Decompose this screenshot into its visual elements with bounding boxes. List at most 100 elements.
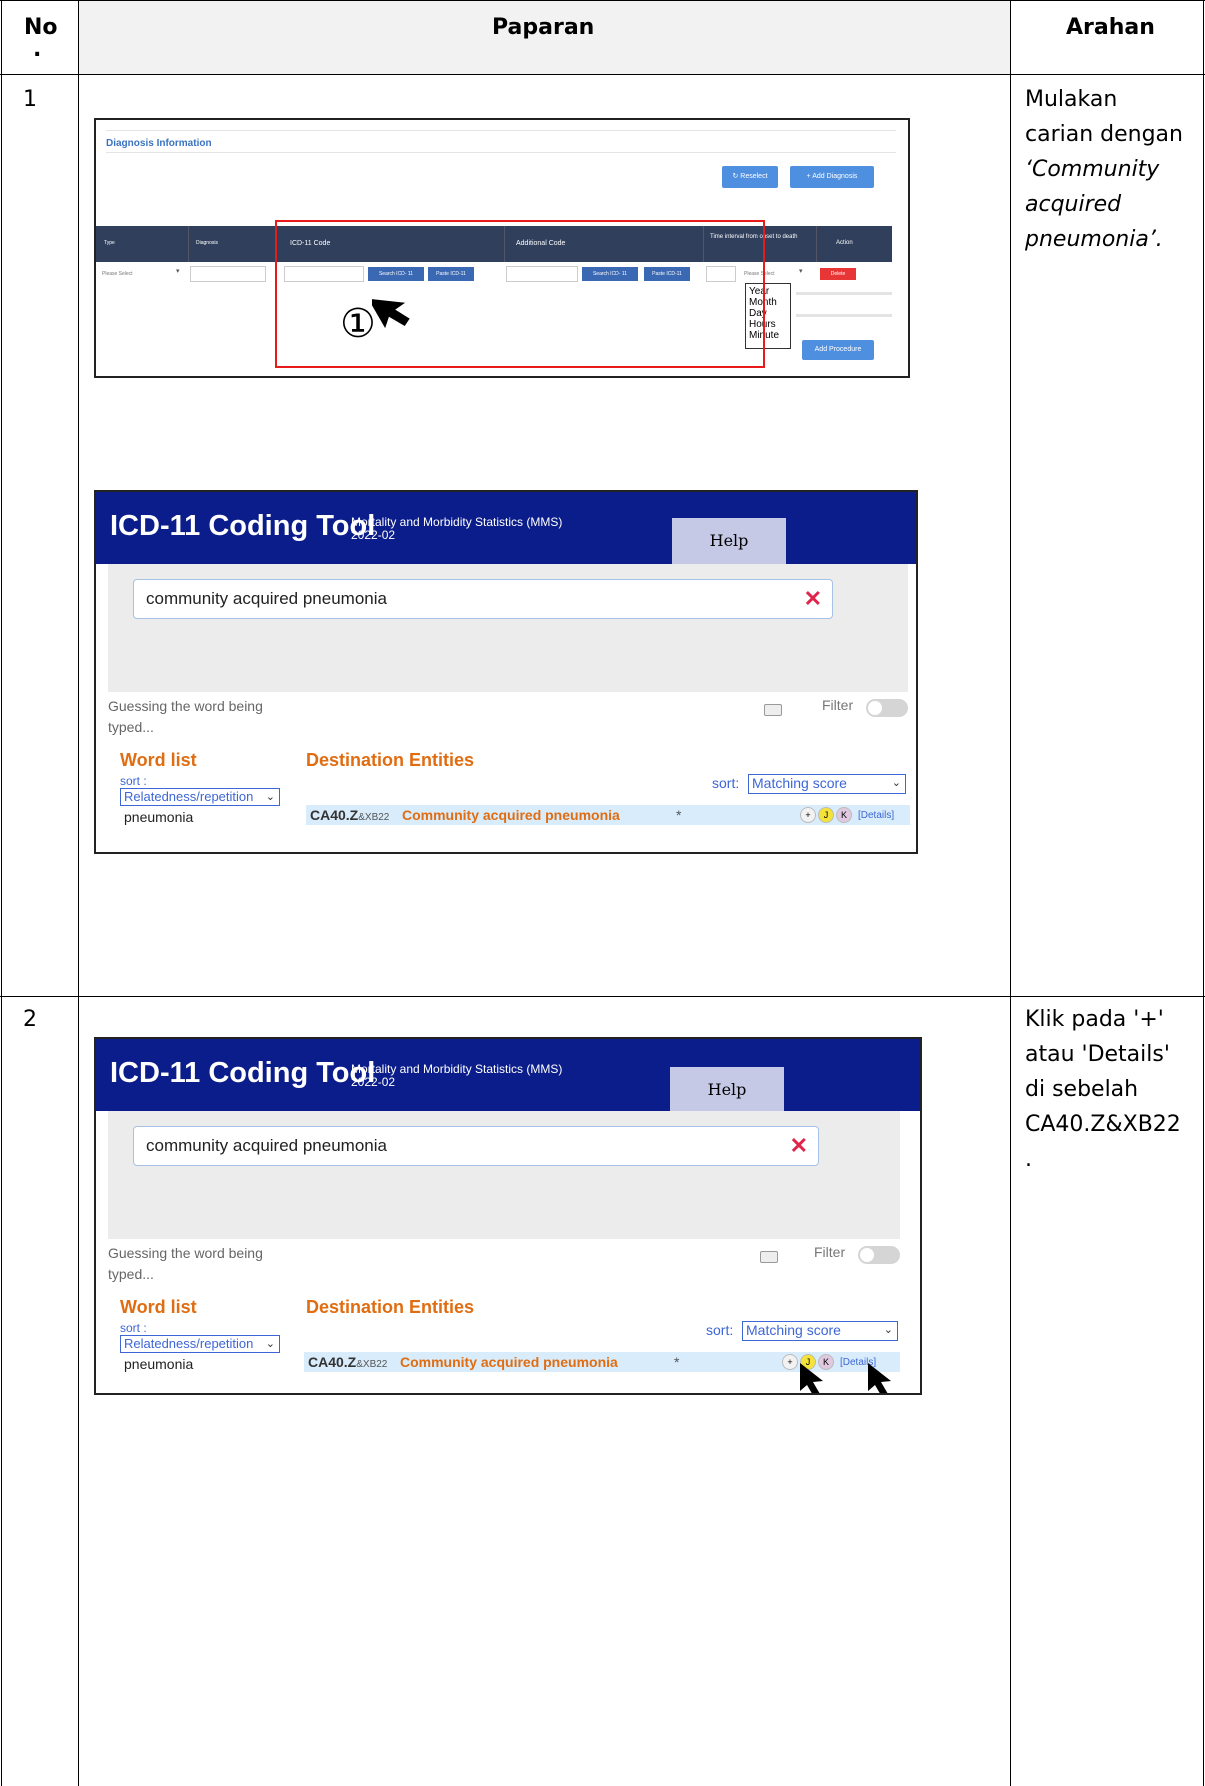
search-input[interactable]: community acquired pneumonia ✕	[133, 1126, 819, 1166]
destination-sort-value: Matching score	[746, 1322, 841, 1338]
chevron-down-icon: ▾	[799, 268, 803, 275]
search-area: community acquired pneumonia ✕	[108, 564, 908, 692]
row2-instruction-line: atau 'Details'	[1025, 1042, 1170, 1067]
guess-text: Guessing the word being typed...	[108, 698, 263, 735]
col-type: Type	[104, 240, 115, 246]
cursor-arrow-icon	[372, 298, 410, 329]
chevron-down-icon: ⌄	[883, 1324, 893, 1336]
word-list-item[interactable]: pneumonia	[124, 1356, 193, 1372]
sep	[188, 226, 189, 262]
sort-label: sort :	[120, 1321, 147, 1335]
code-main: CA40.Z	[308, 1354, 357, 1370]
details-link[interactable]: [Details]	[858, 810, 894, 821]
help-tab[interactable]: Help	[670, 1067, 784, 1113]
mms-line2: 2022-02	[351, 1075, 396, 1089]
row1-instruction-line: acquired	[1025, 192, 1122, 217]
left-border	[1, 0, 2, 1786]
type-select[interactable]: Please Select	[102, 271, 133, 277]
entity-name[interactable]: Community acquired pneumonia	[400, 1354, 618, 1370]
chevron-down-icon: ⌄	[891, 777, 901, 789]
destination-heading: Destination Entities	[306, 1297, 475, 1317]
search-input[interactable]: community acquired pneumonia ✕	[133, 579, 833, 619]
add-procedure-button[interactable]: Add Procedure	[802, 340, 874, 360]
destination-sort-value: Matching score	[752, 775, 847, 791]
header-arahan: Arahan	[1066, 15, 1155, 40]
reselect-button[interactable]: ↻ Reselect	[722, 166, 778, 188]
destination-heading: Destination Entities	[306, 750, 475, 770]
row2-instruction-line: di sebelah	[1025, 1077, 1139, 1102]
code-ext: &XB22	[356, 1359, 388, 1370]
search-area: community acquired pneumonia ✕	[108, 1111, 900, 1239]
divider	[106, 152, 896, 153]
header-paparan: Paparan	[492, 15, 595, 40]
row2-instruction-line: CA40.Z&XB22	[1025, 1112, 1181, 1137]
filter-label: Filter	[814, 1244, 846, 1260]
chevron-down-icon: ⌄	[265, 791, 275, 803]
diagnosis-input[interactable]	[190, 266, 266, 282]
code-ext: &XB22	[358, 812, 390, 823]
code-main: CA40.Z	[310, 807, 359, 823]
row1-instruction-line: carian dengan	[1025, 122, 1183, 147]
row1-instruction-line: Mulakan	[1025, 87, 1118, 112]
col-diagnosis: Diagnosis	[196, 240, 218, 246]
filter-toggle[interactable]	[866, 699, 908, 717]
row2-number: 2	[23, 1007, 37, 1032]
keyboard-icon[interactable]	[760, 1251, 778, 1263]
icd-tool-screenshot-2: ICD-11 Coding Tool Mortality and Morbidi…	[94, 1037, 922, 1395]
search-value: community acquired pneumonia	[146, 589, 387, 608]
word-sort-value: Relatedness/repetition	[124, 1336, 254, 1351]
delete-button[interactable]: Delete	[820, 268, 856, 280]
mms-label: Mortality and Morbidity Statistics (MMS)…	[351, 516, 562, 542]
close-icon[interactable]: ✕	[790, 1127, 808, 1165]
search-value: community acquired pneumonia	[146, 1136, 387, 1155]
j-icon[interactable]: J	[818, 807, 834, 823]
filter-label: Filter	[822, 697, 854, 713]
chevron-down-icon: ▾	[176, 268, 180, 275]
word-sort-select[interactable]: Relatedness/repetition ⌄	[120, 788, 280, 806]
col-border-1	[78, 0, 79, 1786]
row1-number: 1	[23, 87, 37, 112]
guess-text: Guessing the word being typed...	[108, 1245, 263, 1282]
cursor-arrow-icon	[800, 1363, 823, 1393]
word-list-heading: Word list	[120, 1297, 197, 1317]
word-list-item[interactable]: pneumonia	[124, 809, 193, 825]
close-icon[interactable]: ✕	[804, 580, 822, 618]
col-border-2	[1010, 0, 1011, 1786]
icd-brand: ICD-11 Coding Tool	[110, 1057, 376, 1089]
word-list-heading: Word list	[120, 750, 197, 770]
col-action: Action	[836, 240, 853, 246]
entity-star: *	[674, 1354, 680, 1370]
entity-star: *	[676, 807, 682, 823]
entity-name[interactable]: Community acquired pneumonia	[402, 807, 620, 823]
row2-instruction-line: .	[1025, 1147, 1032, 1172]
diagnosis-form-screenshot: Diagnosis Information ↻ Reselect + Add D…	[94, 118, 910, 378]
sort-label-2: sort:	[706, 1322, 734, 1338]
mms-line2: 2022-02	[351, 528, 396, 542]
destination-sort-select[interactable]: Matching score ⌄	[748, 774, 906, 794]
help-tab[interactable]: Help	[672, 518, 786, 564]
filter-toggle[interactable]	[858, 1246, 900, 1264]
sort-label: sort :	[120, 774, 147, 788]
sort-label-2: sort:	[712, 775, 740, 791]
word-sort-select[interactable]: Relatedness/repetition ⌄	[120, 1335, 280, 1353]
header-no-dot: .	[33, 37, 42, 62]
divider	[796, 314, 892, 317]
entity-code: CA40.Z&XB22	[308, 1354, 387, 1370]
row1-instruction-line: pneumonia’.	[1025, 227, 1163, 252]
icd-tool-screenshot-1: ICD-11 Coding Tool Mortality and Morbidi…	[94, 490, 918, 854]
add-diagnosis-button[interactable]: + Add Diagnosis	[790, 166, 874, 188]
plus-icon[interactable]: +	[800, 807, 816, 823]
chevron-down-icon: ⌄	[265, 1338, 275, 1350]
destination-sort-select[interactable]: Matching score ⌄	[742, 1321, 898, 1341]
row-border	[0, 996, 1205, 997]
row2-instruction-line: Klik pada '+'	[1025, 1007, 1164, 1032]
divider	[106, 130, 896, 131]
step-marker: ①	[340, 302, 376, 346]
k-icon[interactable]: K	[836, 807, 852, 823]
divider	[796, 292, 892, 295]
mms-label: Mortality and Morbidity Statistics (MMS)…	[351, 1063, 562, 1089]
row1-instruction-line: ‘Community	[1025, 157, 1160, 182]
keyboard-icon[interactable]	[764, 704, 782, 716]
diagnosis-title: Diagnosis Information	[106, 138, 212, 149]
word-sort-value: Relatedness/repetition	[124, 789, 254, 804]
